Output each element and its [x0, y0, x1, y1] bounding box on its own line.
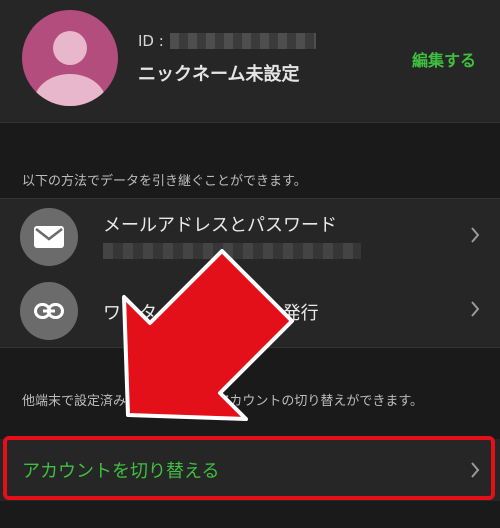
transfer-description: 以下の方法でデータを引き継ぐことができます。	[22, 174, 307, 189]
email-redacted	[103, 243, 361, 259]
user-icon	[34, 31, 106, 106]
avatar[interactable]	[22, 10, 118, 106]
one-time-password-row[interactable]: ワンタイムパスワード発行	[0, 273, 500, 348]
id-redacted	[169, 32, 316, 49]
edit-profile-button[interactable]: 編集する	[412, 47, 476, 71]
chevron-right-icon	[471, 301, 480, 317]
chevron-right-icon	[471, 227, 480, 243]
link-icon	[20, 282, 78, 340]
switch-account-label: アカウントを切り替える	[22, 461, 220, 482]
nickname: ニックネーム未設定	[138, 64, 300, 85]
profile-header: ID : ニックネーム未設定 編集する	[0, 0, 500, 123]
id-label: ID :	[138, 31, 164, 50]
email-password-label: メールアドレスとパスワード	[103, 215, 337, 236]
email-password-row[interactable]: メールアドレスとパスワード	[0, 198, 500, 274]
chevron-right-icon	[471, 462, 480, 478]
switch-account-row[interactable]: アカウントを切り替える	[0, 439, 500, 501]
mail-icon	[20, 208, 78, 266]
user-id: ID :	[138, 31, 316, 50]
one-time-password-label: ワンタイムパスワード発行	[103, 303, 319, 324]
switch-description: 他端末で設定済みの方法を使ってアカウントの切り替えができます。	[22, 394, 424, 409]
